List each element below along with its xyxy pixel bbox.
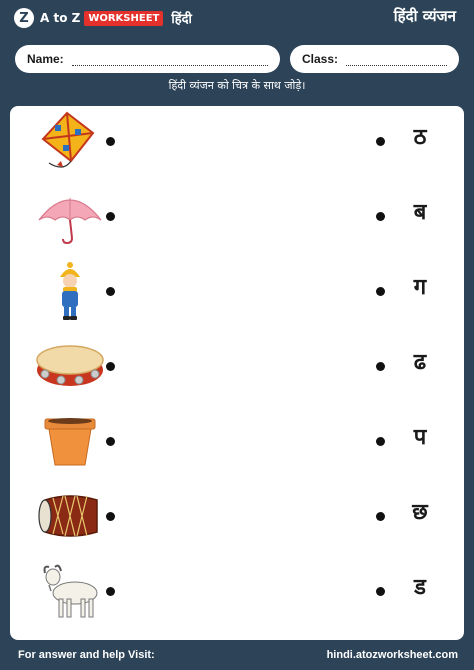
left-dot[interactable] [106,512,115,521]
right-dot[interactable] [376,362,385,371]
class-write-line[interactable] [346,53,447,66]
right-dot[interactable] [376,137,385,146]
match-row: ढ [10,336,464,396]
logo-language: हिंदी [171,12,192,27]
match-row: प [10,411,464,471]
consonant-letter: प [413,425,427,450]
logo-badge: WORKSHEET [84,10,164,26]
site-logo[interactable]: Z A to Z WORKSHEET हिंदी [14,8,192,28]
consonant-letter: ठ [413,125,427,150]
left-dot[interactable] [106,287,115,296]
match-row: ड [10,561,464,621]
match-row: ब [10,186,464,246]
drum-icon [35,486,105,546]
page-title: हिंदी व्यंजन [393,7,456,25]
child-icon [35,261,105,321]
worksheet-card: ठ ब ग ढ प छ ड [10,106,464,640]
class-label: Class: [302,52,339,66]
match-row: ठ [10,111,464,171]
match-row: छ [10,486,464,546]
name-label: Name: [27,52,64,66]
left-dot[interactable] [106,587,115,596]
consonant-letter: ब [413,200,427,225]
umbrella-icon [35,186,105,246]
footer-website-link[interactable]: hindi.atozworksheet.com [327,649,458,661]
left-dot[interactable] [106,362,115,371]
class-field[interactable]: Class: [290,45,459,73]
kite-icon [35,111,105,171]
consonant-letter: ड [414,575,426,600]
header: Z A to Z WORKSHEET हिंदी हिंदी व्यंजन [0,0,474,36]
consonant-letter: ढ [413,350,427,375]
right-dot[interactable] [376,212,385,221]
left-dot[interactable] [106,212,115,221]
instruction-text: हिंदी व्यंजन को चित्र के साथ जोड़े। [168,79,306,92]
match-row: ग [10,261,464,321]
consonant-letter: ग [413,275,427,300]
footer-help-text: For answer and help Visit: [18,649,155,661]
left-dot[interactable] [106,437,115,446]
right-dot[interactable] [376,437,385,446]
logo-text: A to Z [40,11,81,25]
pot-icon [35,411,105,471]
right-dot[interactable] [376,512,385,521]
consonant-letter: छ [412,500,428,525]
name-write-line[interactable] [71,53,268,66]
name-field[interactable]: Name: [15,45,280,73]
tambourine-icon [35,336,105,396]
right-dot[interactable] [376,587,385,596]
goat-icon [35,561,105,621]
left-dot[interactable] [106,137,115,146]
right-dot[interactable] [376,287,385,296]
logo-mark-icon: Z [14,8,34,28]
